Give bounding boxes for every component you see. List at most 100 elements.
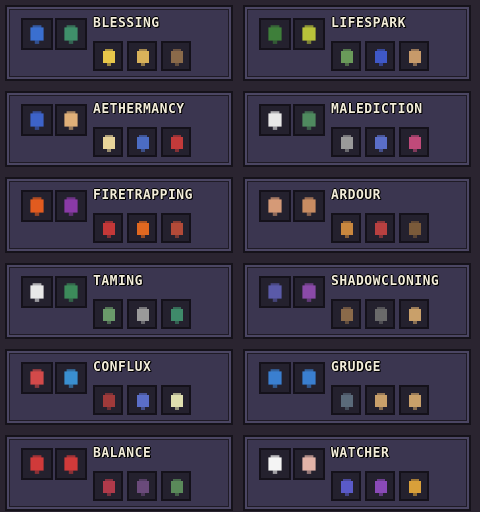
skill-panel-firetrapping[interactable]: FIRETRAPPING bbox=[5, 177, 233, 253]
skill-sub-icon bbox=[409, 49, 421, 66]
skill-main-icon-slot[interactable] bbox=[21, 104, 53, 136]
skill-sub-icon bbox=[171, 221, 183, 238]
skill-sub-icon-slot[interactable] bbox=[161, 127, 191, 157]
skill-main-icon-slot[interactable] bbox=[259, 276, 291, 308]
skill-main-icon-slot[interactable] bbox=[293, 190, 325, 222]
skill-sub-icon-slot[interactable] bbox=[331, 299, 361, 329]
skill-main-icon-slot[interactable] bbox=[21, 362, 53, 394]
skill-sub-icon-slot[interactable] bbox=[93, 471, 123, 501]
skill-main-icon-slot[interactable] bbox=[21, 448, 53, 480]
skill-sub-icon bbox=[137, 479, 149, 496]
skill-main-icon-slot[interactable] bbox=[55, 18, 87, 50]
skill-main-icon-slot[interactable] bbox=[21, 276, 53, 308]
skill-sub-icon-slot[interactable] bbox=[365, 299, 395, 329]
skill-main-icon bbox=[30, 111, 44, 130]
skill-sub-icon bbox=[375, 49, 387, 66]
skill-main-icon bbox=[64, 283, 78, 302]
skill-main-icon-slot[interactable] bbox=[293, 276, 325, 308]
skill-sub-icon-slot[interactable] bbox=[365, 471, 395, 501]
skill-sub-icon-slot[interactable] bbox=[93, 41, 123, 71]
skill-panel-conflux[interactable]: CONFLUX bbox=[5, 349, 233, 425]
skill-main-icon bbox=[268, 283, 282, 302]
skill-panel-malediction[interactable]: MALEDICTION bbox=[243, 91, 471, 167]
skill-sub-icon bbox=[137, 49, 149, 66]
skill-panel-shadowcloning[interactable]: SHADOWCLONING bbox=[243, 263, 471, 339]
skill-sub-icon-slot[interactable] bbox=[127, 385, 157, 415]
skill-sub-icon-slot[interactable] bbox=[127, 299, 157, 329]
skill-sub-icon-slot[interactable] bbox=[93, 213, 123, 243]
skill-sub-icon-slot[interactable] bbox=[365, 385, 395, 415]
skill-main-icon-slot[interactable] bbox=[293, 448, 325, 480]
skill-sub-icon bbox=[341, 479, 353, 496]
skill-sub-icon-slot[interactable] bbox=[331, 471, 361, 501]
skill-sub-icon bbox=[137, 307, 149, 324]
skill-sub-icon bbox=[375, 479, 387, 496]
skill-main-icon-slot[interactable] bbox=[55, 362, 87, 394]
skill-sub-icon-slot[interactable] bbox=[161, 299, 191, 329]
skill-main-icon-slot[interactable] bbox=[259, 190, 291, 222]
skill-sub-icon-slot[interactable] bbox=[127, 127, 157, 157]
skill-sub-icon-slot[interactable] bbox=[399, 127, 429, 157]
skill-sub-icon-slot[interactable] bbox=[331, 127, 361, 157]
skill-sub-icon-slot[interactable] bbox=[93, 299, 123, 329]
skill-main-icon-slot[interactable] bbox=[55, 190, 87, 222]
skill-main-icon-slot[interactable] bbox=[259, 448, 291, 480]
skill-sub-icon-slot[interactable] bbox=[331, 213, 361, 243]
skill-sub-icon bbox=[103, 49, 115, 66]
skill-main-icon-slot[interactable] bbox=[55, 104, 87, 136]
skill-sub-icon bbox=[409, 479, 421, 496]
skill-sub-icon bbox=[341, 221, 353, 238]
skill-panel-watcher[interactable]: WATCHER bbox=[243, 435, 471, 511]
skill-main-icon bbox=[268, 455, 282, 474]
skill-sub-icon-slot[interactable] bbox=[161, 213, 191, 243]
skill-sub-icon-slot[interactable] bbox=[93, 385, 123, 415]
skill-sub-icon-slot[interactable] bbox=[161, 471, 191, 501]
skill-main-icon-slot[interactable] bbox=[293, 362, 325, 394]
skill-sub-icon-slot[interactable] bbox=[399, 41, 429, 71]
skill-sub-icon bbox=[137, 393, 149, 410]
skill-main-icon-slot[interactable] bbox=[21, 18, 53, 50]
skill-sub-icon-slot[interactable] bbox=[365, 127, 395, 157]
skill-sub-icon bbox=[171, 49, 183, 66]
skill-sub-icon-slot[interactable] bbox=[127, 213, 157, 243]
skill-panel-taming[interactable]: TAMING bbox=[5, 263, 233, 339]
skill-sub-icon-slot[interactable] bbox=[365, 41, 395, 71]
skill-panel-balance[interactable]: BALANCE bbox=[5, 435, 233, 511]
skill-main-icon-slot[interactable] bbox=[55, 276, 87, 308]
skill-main-icon-slot[interactable] bbox=[293, 18, 325, 50]
skill-main-icon bbox=[30, 197, 44, 216]
skill-main-icon-slot[interactable] bbox=[259, 104, 291, 136]
skill-panel-title: LIFESPARK bbox=[331, 16, 406, 31]
skill-sub-icon-slot[interactable] bbox=[127, 471, 157, 501]
skill-main-icon bbox=[64, 111, 78, 130]
skill-sub-icon-slot[interactable] bbox=[399, 213, 429, 243]
skill-main-icon bbox=[30, 25, 44, 44]
skill-panel-grudge[interactable]: GRUDGE bbox=[243, 349, 471, 425]
skill-sub-icon-slot[interactable] bbox=[161, 385, 191, 415]
skill-sub-icon-slot[interactable] bbox=[93, 127, 123, 157]
skill-main-icon bbox=[30, 455, 44, 474]
skill-sub-icon-slot[interactable] bbox=[399, 299, 429, 329]
skill-sub-icon-slot[interactable] bbox=[399, 385, 429, 415]
skill-sub-icon-slot[interactable] bbox=[331, 41, 361, 71]
skill-panel-blessing[interactable]: BLESSING bbox=[5, 5, 233, 81]
skill-main-icon-slot[interactable] bbox=[259, 362, 291, 394]
skill-sub-icon-slot[interactable] bbox=[365, 213, 395, 243]
skill-main-icon-slot[interactable] bbox=[293, 104, 325, 136]
skill-main-icon-slot[interactable] bbox=[259, 18, 291, 50]
skill-sub-icon bbox=[171, 393, 183, 410]
skill-main-icon bbox=[64, 197, 78, 216]
skill-panel-title: ARDOUR bbox=[331, 188, 381, 203]
skill-main-icon-slot[interactable] bbox=[21, 190, 53, 222]
skill-panel-title: SHADOWCLONING bbox=[331, 274, 440, 289]
skill-sub-icon-slot[interactable] bbox=[331, 385, 361, 415]
skill-panel-ardour[interactable]: ARDOUR bbox=[243, 177, 471, 253]
skill-sub-icon-slot[interactable] bbox=[399, 471, 429, 501]
skill-sub-icon-slot[interactable] bbox=[161, 41, 191, 71]
skill-main-icon bbox=[268, 25, 282, 44]
skill-panel-title: GRUDGE bbox=[331, 360, 381, 375]
skill-panel-lifespark[interactable]: LIFESPARK bbox=[243, 5, 471, 81]
skill-panel-aethermancy[interactable]: AETHERMANCY bbox=[5, 91, 233, 167]
skill-main-icon-slot[interactable] bbox=[55, 448, 87, 480]
skill-sub-icon-slot[interactable] bbox=[127, 41, 157, 71]
